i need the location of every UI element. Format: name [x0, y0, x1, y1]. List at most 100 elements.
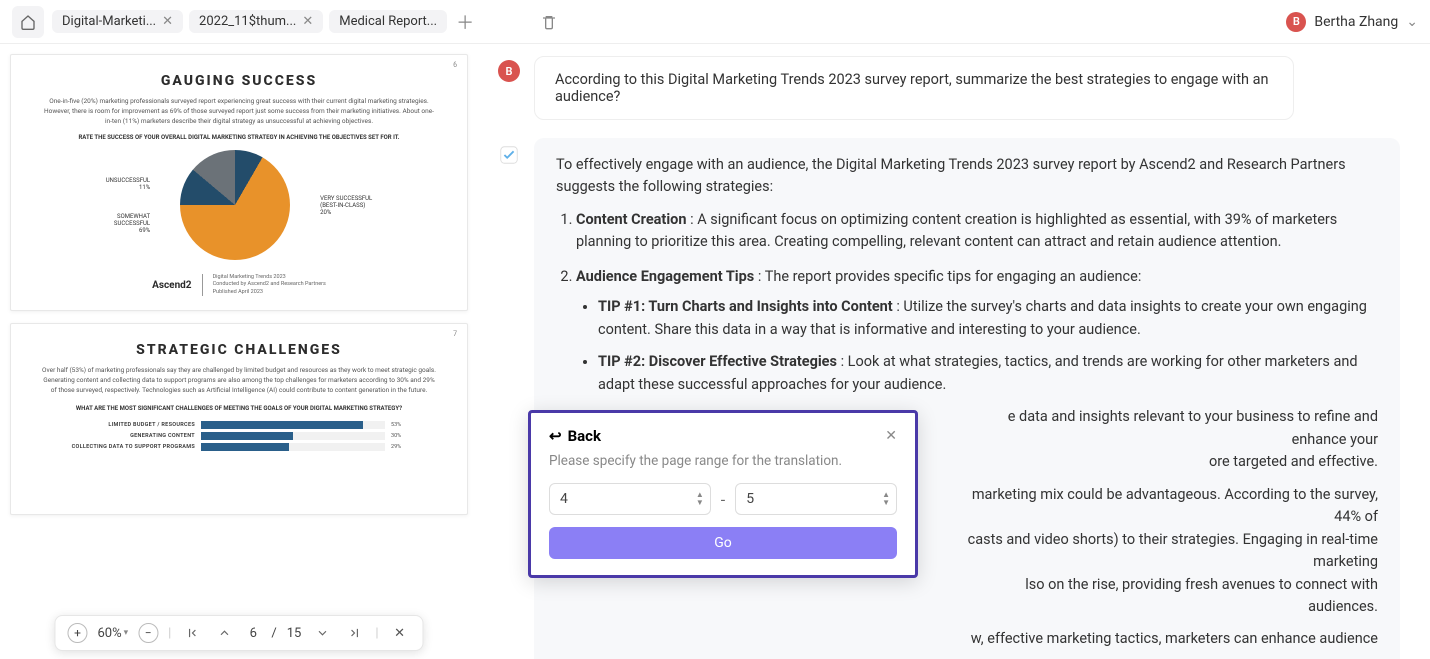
chevron-down-icon: ▼ [882, 499, 890, 507]
pie-label: VERY SUCCESSFUL (BEST-IN-CLASS) 20% [320, 195, 372, 216]
tab-label: Medical Report... [339, 14, 437, 29]
bar-value: 29% [391, 444, 413, 450]
tip-title: TIP #1: Turn Charts and Insights into Co… [598, 298, 893, 315]
brand-logo: Ascend2 [152, 280, 191, 291]
delete-button[interactable] [535, 8, 563, 36]
ai-message-row: To effectively engage with an audience, … [498, 138, 1400, 659]
zoom-in-button[interactable]: + [67, 623, 87, 643]
item-text: : The report provides specific tips for … [754, 268, 1141, 285]
tabs: Digital-Marketi... ✕ 2022_11$thum... ✕ M… [52, 10, 447, 33]
back-label: Back [568, 427, 601, 445]
close-icon[interactable]: ✕ [885, 428, 897, 444]
document-pane: 6 GAUGING SUCCESS One-in-five (20%) mark… [0, 44, 478, 659]
close-icon[interactable]: ✕ [302, 14, 313, 29]
close-toolbar-button[interactable]: ✕ [389, 622, 411, 644]
range-dash: - [721, 490, 725, 509]
user-message-row: B According to this Digital Marketing Tr… [498, 56, 1400, 120]
go-button[interactable]: Go [549, 527, 897, 559]
next-page-button[interactable] [311, 622, 333, 644]
list-item: TIP #1: Turn Charts and Insights into Co… [598, 296, 1378, 341]
page-number: 7 [453, 330, 457, 338]
user-name: Bertha Zhang [1314, 14, 1398, 30]
pie-label: SOMEWHAT SUCCESSFUL 69% [106, 213, 150, 234]
separator: | [375, 626, 378, 641]
user-message: According to this Digital Marketing Tren… [534, 56, 1294, 120]
prev-page-button[interactable] [213, 622, 235, 644]
partial-text: w, effective marketing tactics, marketer… [576, 628, 1378, 650]
range-from-input[interactable]: ▲▼ [549, 483, 711, 515]
close-icon[interactable]: ✕ [162, 14, 173, 29]
page-paragraph: Over half (53%) of marketing professiona… [35, 366, 443, 395]
home-icon [20, 14, 36, 30]
chart-caption: RATE THE SUCCESS OF YOUR OVERALL DIGITAL… [35, 134, 443, 142]
range-inputs: ▲▼ - ▲▼ [549, 483, 897, 515]
pie-chart: UNSUCCESSFUL 11% SOMEWHAT SUCCESSFUL 69%… [35, 150, 443, 260]
bar-label: LIMITED BUDGET / RESOURCES [65, 422, 195, 428]
divider [202, 274, 203, 296]
chevron-down-icon: ▾ [124, 628, 129, 638]
ai-message: To effectively engage with an audience, … [534, 138, 1400, 659]
ai-icon [498, 144, 520, 166]
return-icon: ↩ [549, 427, 562, 445]
zoom-out-button[interactable]: − [138, 623, 158, 643]
bar-value: 53% [391, 422, 413, 428]
topbar: Digital-Marketi... ✕ 2022_11$thum... ✕ M… [0, 0, 1430, 44]
spinner[interactable]: ▲▼ [696, 491, 704, 507]
doc-page-6: 6 GAUGING SUCCESS One-in-five (20%) mark… [10, 54, 468, 311]
home-button[interactable] [12, 6, 44, 38]
zoom-level[interactable]: 60% ▾ [97, 626, 128, 641]
ai-intro: To effectively engage with an audience, … [556, 154, 1378, 199]
trash-icon [541, 14, 557, 30]
page-total: 15 [287, 626, 302, 641]
spinner[interactable]: ▲▼ [882, 491, 890, 507]
avatar: B [1286, 12, 1306, 32]
bar-label: COLLECTING DATA TO SUPPORT PROGRAMS [65, 444, 195, 450]
list-item: TIP #2: Discover Effective Strategies : … [598, 351, 1378, 396]
pie-label: UNSUCCESSFUL 11% [106, 177, 150, 191]
bar-row: GENERATING CONTENT 30% [65, 432, 413, 440]
add-tab-button[interactable]: ＋ [451, 8, 479, 36]
last-page-button[interactable] [343, 622, 365, 644]
page-range-modal: ↩ Back ✕ Please specify the page range f… [528, 410, 918, 578]
bar-label: GENERATING CONTENT [65, 433, 195, 439]
pie-graphic [180, 150, 290, 260]
modal-description: Please specify the page range for the tr… [549, 453, 897, 469]
page-paragraph: One-in-five (20%) marketing professional… [35, 97, 443, 126]
item-text: : A significant focus on optimizing cont… [576, 211, 1337, 250]
range-from-field[interactable] [560, 491, 700, 507]
chart-caption: WHAT ARE THE MOST SIGNIFICANT CHALLENGES… [35, 405, 443, 413]
back-button[interactable]: ↩ Back [549, 427, 601, 445]
pie-labels-right: VERY SUCCESSFUL (BEST-IN-CLASS) 20% [320, 195, 372, 216]
tab-label: Digital-Marketi... [62, 14, 156, 29]
user-menu[interactable]: B Bertha Zhang ⌄ [1286, 12, 1418, 32]
pdf-toolbar: + 60% ▾ − | 6 / 15 | ✕ [54, 615, 423, 651]
bar-row: COLLECTING DATA TO SUPPORT PROGRAMS 29% [65, 443, 413, 451]
chevron-down-icon: ⌄ [1406, 14, 1418, 30]
brand-row: Ascend2 Digital Marketing Trends 2023 Co… [35, 274, 443, 296]
tab-2022-thumb[interactable]: 2022_11$thum... ✕ [189, 10, 323, 33]
brand-meta: Digital Marketing Trends 2023 Conducted … [213, 274, 326, 295]
page-separator: / [271, 626, 276, 641]
separator: | [168, 626, 171, 641]
page-current[interactable]: 6 [245, 626, 261, 641]
main: 6 GAUGING SUCCESS One-in-five (20%) mark… [0, 44, 1430, 659]
page-title: GAUGING SUCCESS [35, 73, 443, 89]
tip-title: TIP #2: Discover Effective Strategies [598, 353, 837, 370]
ai-avatar [498, 144, 520, 166]
item-title: Content Creation [576, 211, 687, 228]
first-page-button[interactable] [181, 622, 203, 644]
tab-label: 2022_11$thum... [199, 14, 296, 29]
bar-value: 30% [391, 433, 413, 439]
range-to-input[interactable]: ▲▼ [735, 483, 897, 515]
page-number: 6 [453, 61, 457, 69]
avatar: B [498, 60, 520, 82]
tab-medical-report[interactable]: Medical Report... [329, 10, 447, 33]
item-title: Audience Engagement Tips [576, 268, 754, 285]
range-to-field[interactable] [746, 491, 886, 507]
page-title: STRATEGIC CHALLENGES [35, 342, 443, 358]
doc-page-7: 7 STRATEGIC CHALLENGES Over half (53%) o… [10, 323, 468, 515]
list-item: Content Creation : A significant focus o… [576, 209, 1378, 254]
bar-row: LIMITED BUDGET / RESOURCES 53% [65, 421, 413, 429]
tab-digital-marketing[interactable]: Digital-Marketi... ✕ [52, 10, 183, 33]
pie-labels-left: UNSUCCESSFUL 11% SOMEWHAT SUCCESSFUL 69% [106, 177, 150, 234]
